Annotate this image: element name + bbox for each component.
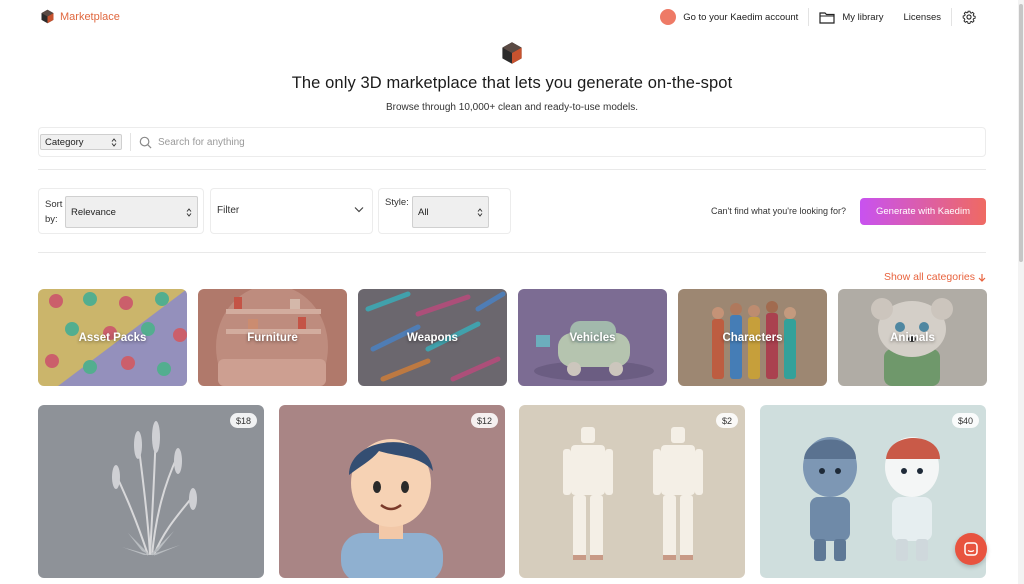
account-link-label: Go to your Kaedim account [683, 11, 799, 23]
filter-dropdown[interactable]: Filter [210, 188, 373, 234]
sort-select-value: Relevance [71, 206, 116, 218]
category-tile-weapons[interactable]: Weapons [358, 289, 507, 386]
category-tile-characters[interactable]: Characters [678, 289, 827, 386]
library-icon [819, 11, 835, 24]
page-scrollbar[interactable] [1018, 0, 1024, 584]
filter-label: Filter [217, 205, 240, 216]
product-card-boy-figures[interactable]: $40 [760, 405, 986, 578]
category-label: Vehicles [569, 331, 616, 344]
price-badge: $2 [715, 413, 738, 428]
licenses-link-label: Licenses [903, 11, 942, 23]
divider [38, 169, 986, 170]
divider [38, 252, 986, 253]
product-card-boy-avatar[interactable]: $12 [279, 405, 505, 578]
chat-launcher-button[interactable] [955, 533, 987, 565]
brand-link[interactable]: Marketplace [40, 9, 120, 24]
gear-icon [962, 10, 976, 24]
sort-select[interactable]: Relevance [65, 196, 198, 228]
show-all-categories-label: Show all categories [883, 271, 975, 283]
updown-chevron-icon [111, 137, 117, 147]
category-tile-asset-packs[interactable]: Asset Packs [38, 289, 187, 386]
style-control: Style: All [378, 188, 511, 234]
category-label: Asset Packs [78, 331, 147, 344]
page-subtitle: Browse through 10,000+ clean and ready-t… [385, 102, 639, 113]
category-label: Furniture [247, 331, 298, 344]
licenses-link[interactable]: Licenses [894, 8, 952, 26]
price-badge: $40 [951, 413, 979, 428]
category-tile-animals[interactable]: Animals [838, 289, 987, 386]
divider [130, 133, 131, 151]
brand-name: Marketplace [60, 10, 120, 23]
cant-find-text: Can't find what you're looking for? [711, 206, 847, 216]
category-select[interactable]: Category [40, 134, 122, 150]
generate-with-kaedim-button[interactable]: Generate with Kaedim [860, 198, 986, 225]
updown-chevron-icon [477, 207, 483, 217]
category-tile-vehicles[interactable]: Vehicles [518, 289, 667, 386]
page-title: The only 3D marketplace that lets you ge… [291, 74, 733, 92]
style-select-value: All [418, 206, 429, 218]
style-select[interactable]: All [412, 196, 489, 228]
category-label: Characters [722, 331, 783, 344]
category-label: Animals [890, 331, 935, 344]
top-navigation: Marketplace Go to your Kaedim account My… [0, 0, 1024, 34]
category-select-value: Category [45, 136, 84, 148]
scrollbar-thumb[interactable] [1019, 4, 1023, 262]
chevron-down-icon [354, 207, 364, 213]
updown-chevron-icon [186, 207, 192, 217]
arrow-down-icon [978, 273, 986, 282]
product-card-white-mannequins[interactable]: $2 [519, 405, 745, 578]
avatar [660, 9, 677, 25]
library-link-label: My library [842, 11, 884, 23]
lavender-plant-thumbnail [38, 405, 264, 578]
library-link[interactable]: My library [809, 8, 893, 26]
kaedim-logo-icon [41, 9, 54, 24]
account-link[interactable]: Go to your Kaedim account [650, 8, 810, 26]
show-all-categories-link[interactable]: Show all categories [884, 271, 986, 283]
boy-figures-thumbnail [760, 405, 986, 578]
sort-label: Sort by: [45, 199, 63, 225]
category-tile-furniture[interactable]: Furniture [198, 289, 347, 386]
chat-icon [964, 542, 978, 556]
category-label: Weapons [407, 331, 458, 344]
price-badge: $18 [229, 413, 257, 428]
boy-avatar-thumbnail [279, 405, 505, 578]
search-input[interactable] [158, 136, 918, 148]
kaedim-hero-logo-icon [502, 42, 522, 64]
mannequins-thumbnail [519, 405, 745, 578]
search-icon [139, 136, 152, 148]
product-card-lavender[interactable]: $18 [38, 405, 264, 578]
price-badge: $12 [470, 413, 498, 428]
nav-right: Go to your Kaedim account My library Lic… [650, 8, 986, 26]
search-bar: Category [38, 127, 986, 157]
settings-button[interactable] [952, 8, 986, 26]
style-label: Style: [385, 197, 409, 208]
sort-control: Sort by: Relevance [38, 188, 204, 234]
